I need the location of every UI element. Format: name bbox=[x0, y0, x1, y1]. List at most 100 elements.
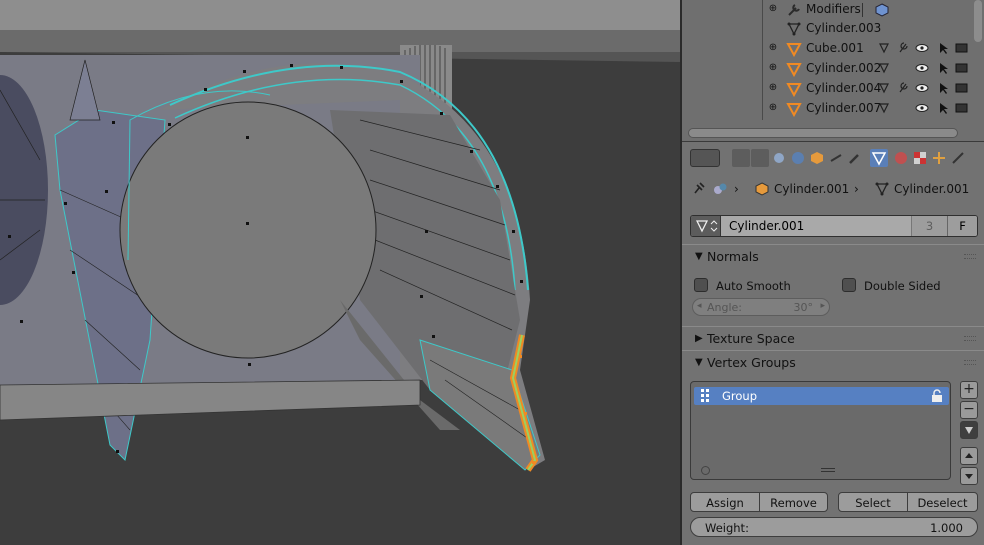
drag-grip-icon[interactable] bbox=[964, 336, 976, 341]
panel-title: Normals bbox=[707, 249, 759, 264]
weight-label: Weight: bbox=[705, 521, 749, 535]
vertex-group-item[interactable]: Group bbox=[694, 387, 949, 405]
mesh-users-count[interactable]: 3 bbox=[911, 216, 947, 236]
vertex-group-icon bbox=[700, 388, 714, 402]
outliner-label: Cylinder.002 bbox=[806, 61, 882, 75]
remove-button[interactable]: Remove bbox=[759, 492, 828, 512]
increment-arrow-icon[interactable]: ▸ bbox=[820, 301, 825, 311]
double-sided-label: Double Sided bbox=[864, 279, 941, 293]
object-mesh-icon bbox=[786, 41, 802, 58]
mesh-data-icon bbox=[874, 181, 890, 200]
expand-icon[interactable]: ⊕ bbox=[768, 63, 778, 73]
breadcrumb-separator: › bbox=[854, 182, 859, 196]
vertex-group-list[interactable]: Group bbox=[690, 381, 951, 480]
3d-viewport[interactable] bbox=[0, 0, 680, 545]
mesh-datablock[interactable]: Cylinder.001 3 F bbox=[690, 215, 978, 237]
specials-menu-button[interactable] bbox=[960, 421, 978, 439]
angle-label: Angle: bbox=[707, 301, 743, 314]
tab-object[interactable] bbox=[808, 149, 826, 167]
eye-icon bbox=[915, 44, 929, 112]
viewport-canvas[interactable] bbox=[0, 0, 680, 545]
outliner-label: Cylinder.003 bbox=[806, 21, 882, 35]
cursor-icon bbox=[940, 43, 948, 114]
mesh-browse-button[interactable] bbox=[691, 216, 721, 236]
expand-icon[interactable]: ⊕ bbox=[768, 103, 778, 113]
remove-vertex-group-button[interactable]: − bbox=[960, 401, 978, 419]
object-icon bbox=[754, 181, 770, 200]
cylinder-cap bbox=[119, 101, 377, 359]
outliner-row-cylinder-003[interactable]: Cylinder.003 bbox=[682, 19, 972, 39]
angle-field[interactable]: ◂ Angle: 30° ▸ bbox=[692, 298, 830, 316]
expand-icon[interactable]: ⊕ bbox=[768, 83, 778, 93]
outliner[interactable]: ⊕ Modifiers Cylinder.003 ⊕ Cube.001 ⊕ Cy… bbox=[682, 0, 984, 142]
drag-grip-icon[interactable] bbox=[964, 360, 976, 365]
panel-title: Texture Space bbox=[707, 331, 795, 346]
decrement-arrow-icon[interactable]: ◂ bbox=[697, 301, 702, 311]
auto-smooth-checkbox[interactable] bbox=[694, 278, 708, 292]
properties-header bbox=[682, 144, 984, 172]
vertex-group-name[interactable]: Group bbox=[722, 389, 757, 403]
angle-value: 30° bbox=[793, 301, 814, 314]
weight-value: 1.000 bbox=[930, 521, 963, 535]
drag-grip-icon[interactable] bbox=[964, 254, 976, 259]
tab-modifiers[interactable] bbox=[846, 149, 864, 167]
list-resize-grip-icon[interactable] bbox=[821, 468, 835, 472]
auto-smooth-label: Auto Smooth bbox=[716, 279, 791, 293]
object-mesh-icon bbox=[786, 81, 802, 98]
object-mesh-icon bbox=[786, 101, 802, 118]
panel-normals-header[interactable]: ▼ Normals bbox=[682, 244, 984, 268]
weight-slider[interactable]: Weight: 1.000 bbox=[690, 517, 978, 537]
collapse-down-icon: ▼ bbox=[695, 251, 703, 262]
outliner-row-modifiers[interactable]: ⊕ Modifiers bbox=[682, 0, 972, 20]
restrict-columns[interactable] bbox=[878, 40, 970, 120]
expand-icon[interactable]: ⊕ bbox=[768, 43, 778, 53]
mesh-data-icon bbox=[786, 21, 802, 37]
outliner-label: Cylinder.007 bbox=[806, 101, 882, 115]
move-up-button[interactable] bbox=[960, 447, 978, 465]
right-panels: ⊕ Modifiers Cylinder.003 ⊕ Cube.001 ⊕ Cy… bbox=[680, 0, 984, 545]
panel-title: Vertex Groups bbox=[707, 355, 796, 370]
scene-icon bbox=[712, 181, 728, 200]
select-button[interactable]: Select bbox=[838, 492, 908, 512]
panel-texture-space-header[interactable]: ▶ Texture Space bbox=[682, 326, 984, 350]
panel-vertex-groups-header[interactable]: ▼ Vertex Groups bbox=[682, 350, 984, 374]
breadcrumb: › Cylinder.001 › Cylinder.001 bbox=[682, 178, 984, 200]
tab-constraints[interactable] bbox=[827, 149, 845, 167]
move-down-button[interactable] bbox=[960, 467, 978, 485]
tab-world[interactable] bbox=[789, 149, 807, 167]
outliner-label: Cylinder.004 bbox=[806, 81, 882, 95]
tab-render-layers[interactable] bbox=[751, 149, 769, 167]
collapse-right-icon: ▶ bbox=[695, 333, 703, 344]
collapse-down-icon: ▼ bbox=[695, 357, 703, 368]
object-mesh-icon bbox=[786, 61, 802, 78]
tab-particles[interactable] bbox=[930, 149, 948, 167]
wrench-icon bbox=[786, 2, 802, 18]
outliner-label: Cube.001 bbox=[806, 41, 864, 55]
camera-icon bbox=[955, 43, 968, 113]
list-filter-icon[interactable] bbox=[701, 466, 710, 475]
tab-scene[interactable] bbox=[770, 149, 788, 167]
breadcrumb-mesh: Cylinder.001 bbox=[894, 182, 970, 196]
outliner-vertical-scrollbar[interactable] bbox=[974, 0, 982, 42]
tab-texture[interactable] bbox=[911, 149, 929, 167]
outliner-label: Modifiers bbox=[806, 2, 861, 16]
lock-icon[interactable] bbox=[931, 389, 943, 402]
divider bbox=[862, 3, 863, 17]
tab-material[interactable] bbox=[892, 149, 910, 167]
add-vertex-group-button[interactable]: + bbox=[960, 381, 978, 399]
modifier-cube-icon bbox=[874, 2, 890, 18]
assign-button[interactable]: Assign bbox=[690, 492, 760, 512]
double-sided-checkbox[interactable] bbox=[842, 278, 856, 292]
mesh-name-field[interactable]: Cylinder.001 bbox=[721, 216, 911, 236]
fake-user-button[interactable]: F bbox=[947, 216, 977, 236]
tab-render[interactable] bbox=[732, 149, 750, 167]
tab-mesh-data[interactable] bbox=[870, 149, 888, 167]
pin-icon[interactable] bbox=[692, 181, 706, 198]
deselect-button[interactable]: Deselect bbox=[907, 492, 978, 512]
outliner-horizontal-scrollbar[interactable] bbox=[688, 128, 958, 138]
expand-icon[interactable]: ⊕ bbox=[768, 4, 778, 14]
breadcrumb-separator: › bbox=[734, 182, 739, 196]
editor-type-selector[interactable] bbox=[690, 149, 720, 167]
breadcrumb-object: Cylinder.001 bbox=[774, 182, 850, 196]
tab-physics[interactable] bbox=[949, 149, 967, 167]
